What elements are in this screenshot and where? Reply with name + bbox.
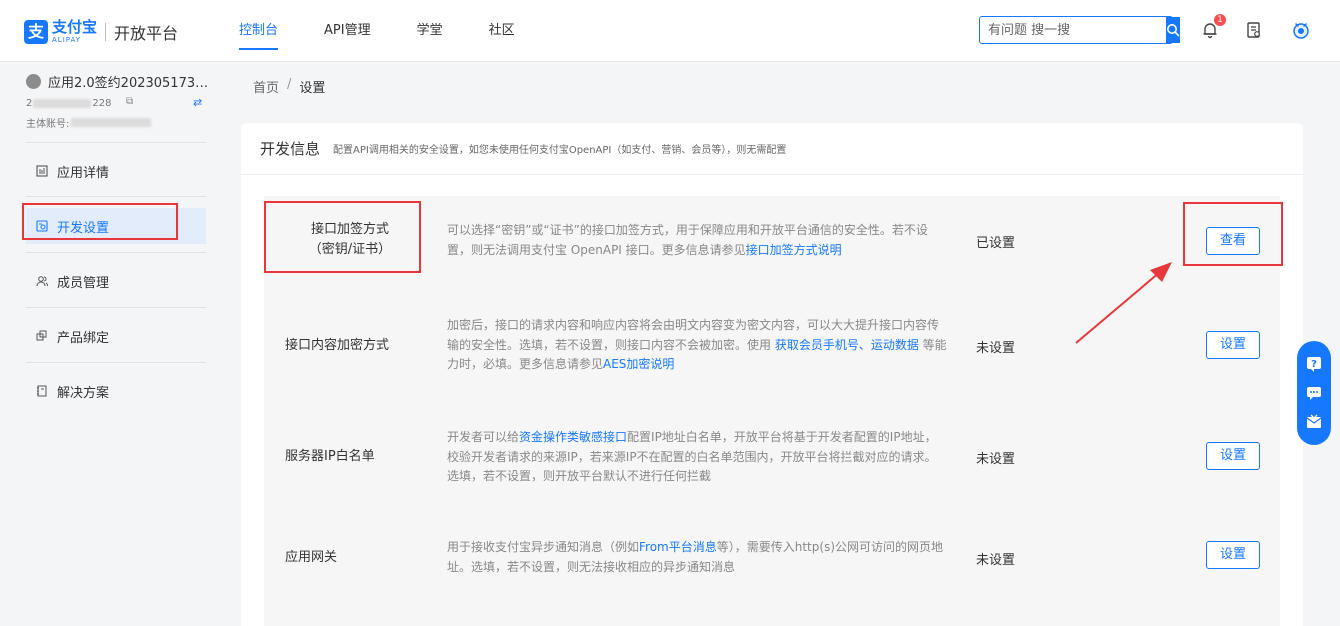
sidebar-item-label: 产品绑定	[57, 330, 110, 346]
sidebar-item-label: 开发设置	[57, 220, 110, 236]
dev-settings-icon	[36, 220, 48, 232]
platform-title: 开放平台	[114, 24, 179, 43]
help-icon[interactable]: ?	[1305, 355, 1323, 373]
sidebar-divider	[26, 196, 206, 197]
row-name: 接口内容加密方式	[285, 338, 390, 353]
svg-text:?: ?	[1311, 359, 1317, 370]
floating-toolbar: ?	[1297, 341, 1331, 445]
aes-doc-link[interactable]: AES加密说明	[603, 357, 674, 371]
notifications-button[interactable]: 1	[1200, 14, 1226, 40]
user-avatar-icon	[1293, 23, 1309, 39]
row-status: 未设置	[976, 341, 1016, 356]
row-name: 接口加签方式 （密钥/证书）	[308, 222, 392, 257]
member-phone-link[interactable]: 获取会员手机号、运动数据	[775, 338, 919, 352]
sensitive-api-link[interactable]: 资金操作类敏感接口	[519, 430, 627, 444]
row-status: 已设置	[976, 236, 1016, 251]
sidebar-divider	[26, 307, 206, 308]
sidebar-item-dev-settings[interactable]: 开发设置	[26, 208, 206, 244]
sign-method-doc-link[interactable]: 接口加签方式说明	[746, 243, 842, 257]
breadcrumb-home[interactable]: 首页	[253, 77, 279, 96]
alipay-logo[interactable]: 支 支付宝 ALIPAY 开放平台	[24, 18, 178, 46]
product-bind-icon	[36, 330, 48, 342]
sidebar-item-solutions[interactable]: 解决方案	[26, 373, 206, 409]
solution-icon	[36, 385, 48, 397]
owner-account: 主体账号:	[26, 115, 152, 130]
settings-row-gateway: 应用网关 用于接收支付宝异步通知消息（例如From平台消息等），需要传入http…	[264, 516, 1280, 616]
set-button[interactable]: 设置	[1206, 331, 1260, 359]
row-description: 用于接收支付宝异步通知消息（例如From平台消息等），需要传入http(s)公网…	[447, 540, 943, 574]
row-status: 未设置	[976, 452, 1016, 467]
logo-en-text: ALIPAY	[52, 36, 82, 44]
row-description: 加密后，接口的请求内容和响应内容将会由明文内容变为密文内容，可以大大提升接口内容…	[447, 318, 947, 371]
platform-message-link[interactable]: From平台消息	[639, 540, 717, 554]
nav-api-management[interactable]: API管理	[324, 0, 371, 62]
app-id: 2 228	[26, 98, 112, 109]
set-button[interactable]: 设置	[1206, 541, 1260, 569]
feedback-icon[interactable]	[1305, 413, 1323, 431]
card-title: 开发信息	[260, 140, 321, 158]
card-subtitle: 配置API调用相关的安全设置，如您未使用任何支付宝OpenAPI（如支付、营销、…	[333, 145, 787, 156]
sidebar: 应用2.0签约20230517346... 2 228 ⧉ ⇄ 主体账号: 应用…	[0, 62, 222, 626]
view-button[interactable]: 查看	[1206, 227, 1260, 255]
alipay-logo-icon: 支	[24, 20, 48, 44]
sidebar-item-label: 应用详情	[57, 165, 110, 181]
search-box	[979, 16, 1180, 44]
search-button[interactable]	[1166, 17, 1180, 43]
sidebar-divider	[26, 142, 206, 143]
search-input[interactable]	[980, 17, 1166, 43]
redacted-id	[33, 99, 92, 108]
logo-divider	[105, 23, 107, 41]
sidebar-divider	[26, 252, 206, 253]
sidebar-item-app-detail[interactable]: 应用详情	[26, 153, 206, 189]
settings-row-encryption: 接口内容加密方式 加密后，接口的请求内容和响应内容将会由明文内容变为密文内容，可…	[264, 296, 1280, 396]
nav-academy[interactable]: 学堂	[417, 0, 443, 62]
switch-app-icon[interactable]: ⇄	[193, 96, 202, 109]
sidebar-divider	[26, 362, 206, 363]
top-header: 支 支付宝 ALIPAY 开放平台 控制台 API管理 学堂 社区 1	[0, 0, 1340, 62]
members-icon	[36, 275, 48, 287]
chat-icon[interactable]	[1305, 384, 1323, 402]
sidebar-item-label: 解决方案	[57, 385, 110, 401]
app-name: 应用2.0签约20230517346...	[48, 76, 213, 91]
redacted-owner	[71, 118, 152, 127]
row-description: 可以选择“密钥”或“证书”的接口加签方式，用于保障应用和开放平台通信的安全性。若…	[447, 223, 928, 257]
settings-row-sign-method: 接口加签方式 （密钥/证书） 可以选择“密钥”或“证书”的接口加签方式，用于保障…	[264, 196, 1280, 296]
row-status: 未设置	[976, 553, 1016, 568]
breadcrumb: 首页 / 设置	[253, 77, 325, 96]
sidebar-item-label: 成员管理	[57, 275, 110, 291]
card-header: 开发信息 配置API调用相关的安全设置，如您未使用任何支付宝OpenAPI（如支…	[241, 123, 1303, 175]
row-name: 服务器IP白名单	[285, 449, 375, 464]
app-detail-icon	[36, 165, 48, 177]
copy-icon[interactable]: ⧉	[126, 96, 133, 107]
top-nav: 控制台 API管理 学堂 社区	[239, 0, 561, 62]
breadcrumb-current: 设置	[299, 81, 326, 96]
set-button[interactable]: 设置	[1206, 442, 1260, 470]
settings-row-ip-whitelist: 服务器IP白名单 开发者可以给资金操作类敏感接口配置IP地址白名单，开放平台将基…	[264, 396, 1280, 516]
breadcrumb-separator: /	[287, 77, 292, 92]
nav-console[interactable]: 控制台	[239, 0, 279, 62]
row-name: 应用网关	[285, 550, 338, 565]
notification-badge: 1	[1214, 14, 1226, 26]
dev-info-card: 开发信息 配置API调用相关的安全设置，如您未使用任何支付宝OpenAPI（如支…	[241, 123, 1303, 626]
sidebar-item-product-bind[interactable]: 产品绑定	[26, 318, 206, 354]
row-description: 开发者可以给资金操作类敏感接口配置IP地址白名单，开放平台将基于开发者配置的IP…	[447, 430, 937, 483]
nav-community[interactable]: 社区	[489, 0, 515, 62]
logo-cn-text: 支付宝	[52, 18, 98, 36]
docs-button[interactable]	[1244, 20, 1264, 40]
app-avatar	[26, 74, 41, 89]
app-header: 应用2.0签约20230517346...	[26, 72, 213, 91]
document-icon	[1247, 22, 1260, 38]
search-icon	[1167, 24, 1180, 37]
user-avatar[interactable]	[1291, 20, 1311, 40]
sidebar-item-members[interactable]: 成员管理	[26, 263, 206, 299]
